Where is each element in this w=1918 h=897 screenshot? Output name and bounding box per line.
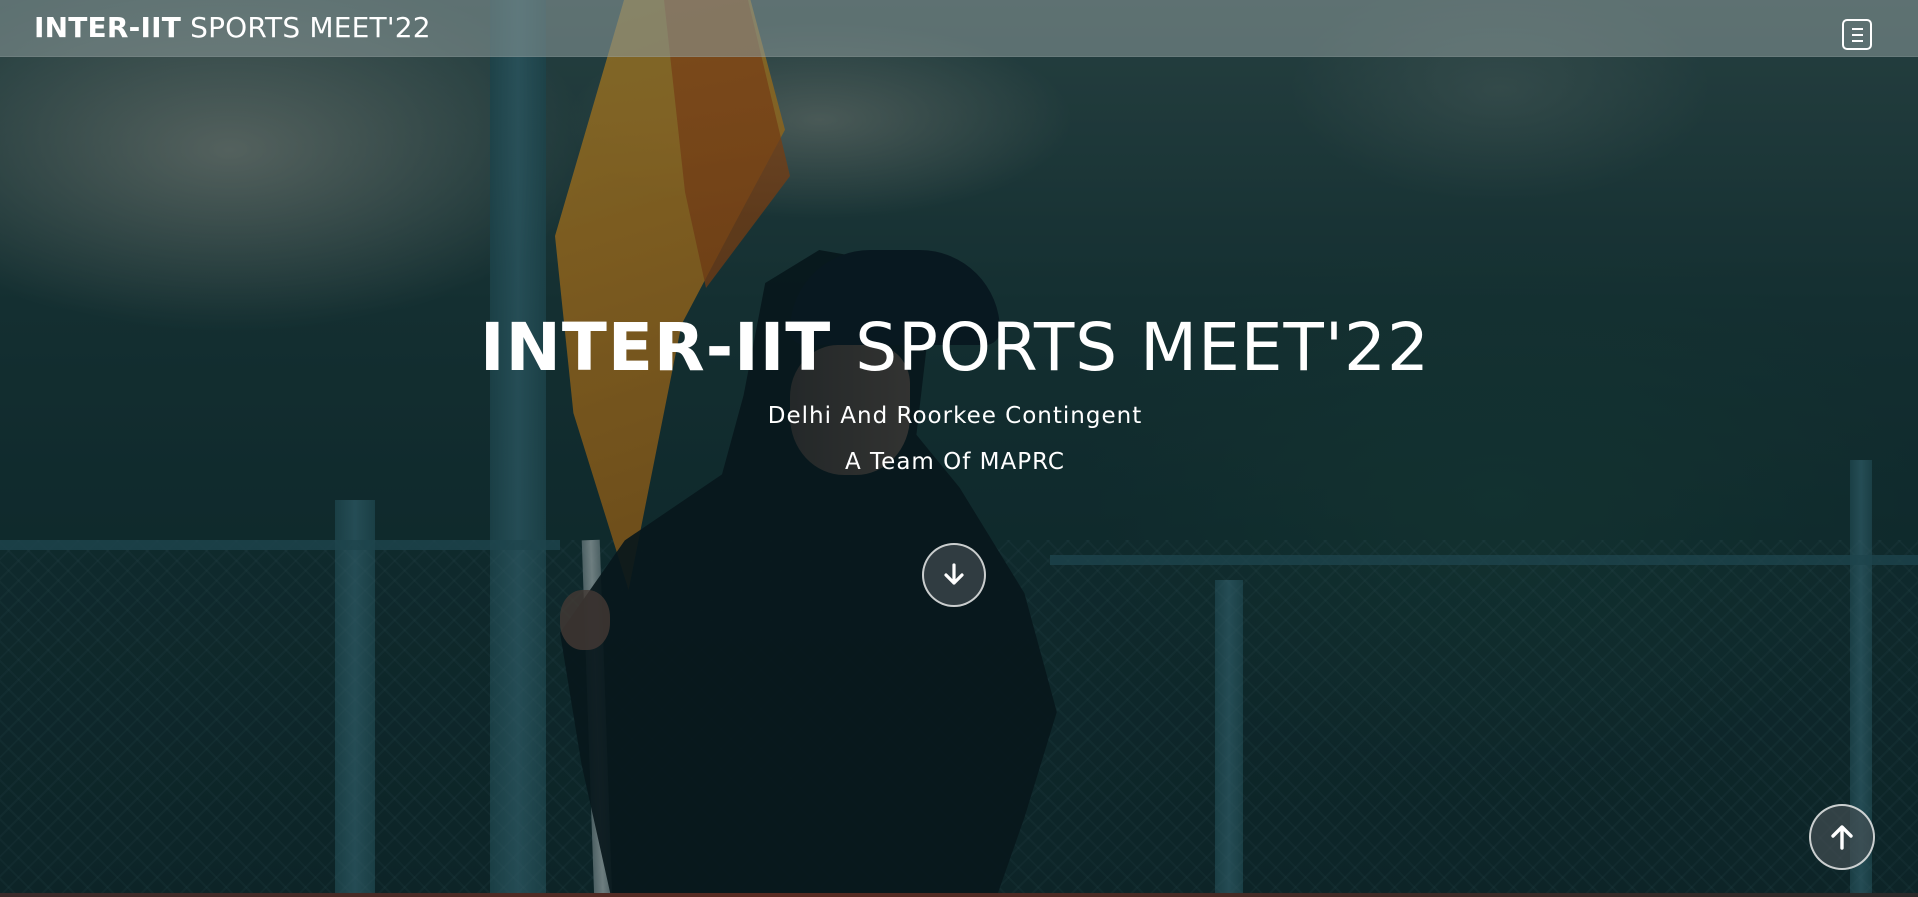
hero-title-bold: INTER-IIT: [480, 309, 832, 386]
back-to-top-button[interactable]: [1809, 804, 1875, 870]
arrow-down-icon: [944, 563, 964, 585]
brand-light-text: SPORTS MEET'22: [190, 11, 431, 44]
hero-subtitle: Delhi And Roorkee Contingent: [767, 403, 1143, 429]
hero-title: INTER-IIT SPORTS MEET'22: [0, 308, 1910, 388]
hero-title-light: SPORTS MEET'22: [855, 309, 1430, 386]
arrow-up-icon: [1831, 825, 1853, 850]
hamburger-menu-button[interactable]: [1842, 19, 1872, 50]
top-navbar: INTER-IIT SPORTS MEET'22: [0, 0, 1918, 57]
scroll-down-button[interactable]: [922, 543, 986, 607]
bottom-edge-strip: [0, 893, 1918, 897]
brand-logo-link[interactable]: INTER-IIT SPORTS MEET'22: [34, 11, 431, 45]
brand-bold-text: INTER-IIT: [34, 11, 181, 44]
hero-tagline: A Team Of MAPRC: [844, 449, 1065, 475]
